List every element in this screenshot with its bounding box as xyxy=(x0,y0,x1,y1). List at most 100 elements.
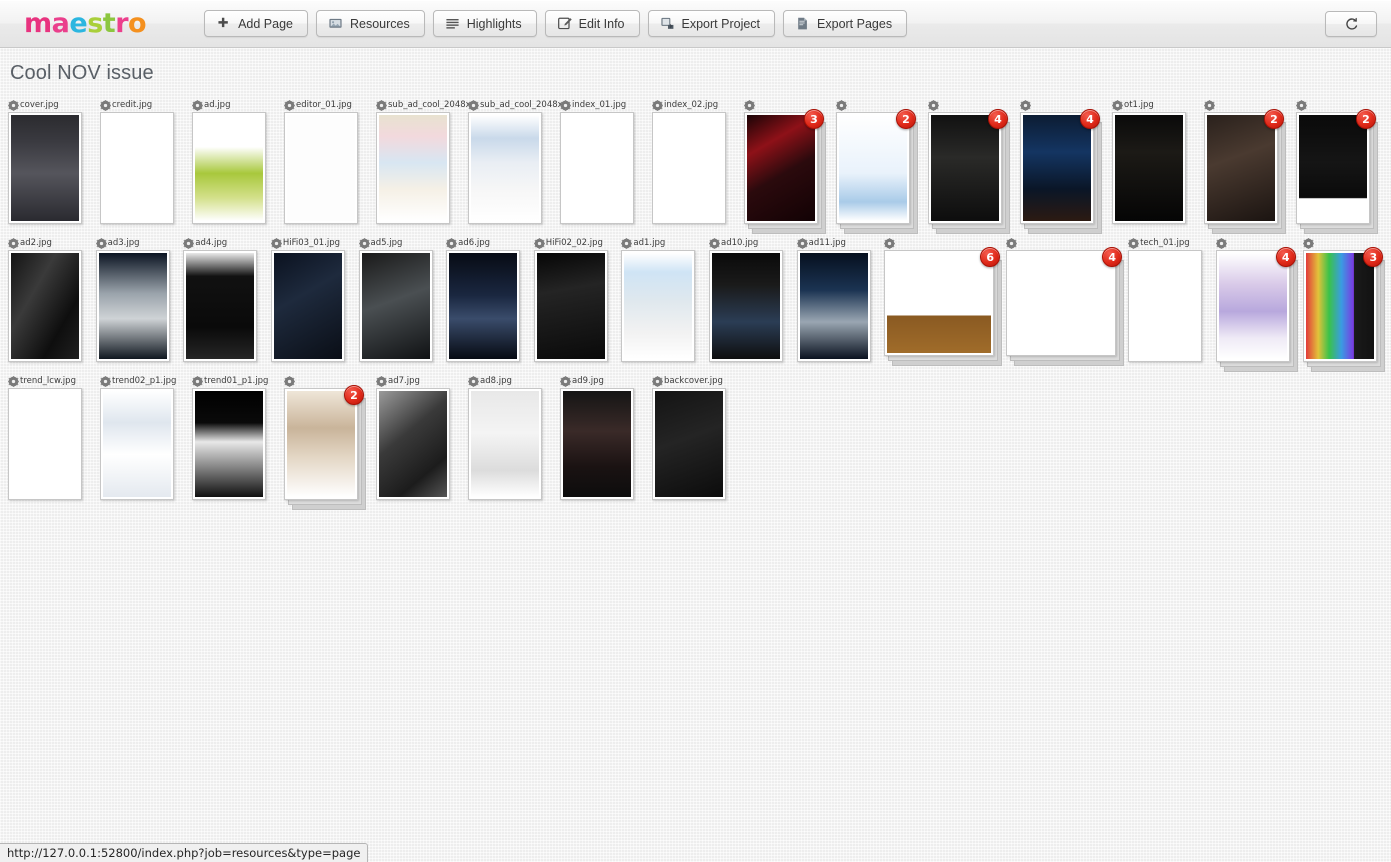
thumbnail-frame[interactable] xyxy=(884,250,995,356)
thumbnail-stack[interactable]: 4 xyxy=(1020,109,1102,234)
page-thumbnail-item[interactable]: 4 xyxy=(924,95,1016,234)
page-thumbnail-item[interactable]: 4 xyxy=(1002,233,1125,366)
thumbnail-stack[interactable] xyxy=(621,250,696,362)
page-thumbnail-item[interactable]: ad.jpg xyxy=(188,95,280,224)
gear-icon[interactable] xyxy=(560,376,571,387)
gear-icon[interactable] xyxy=(1006,238,1018,249)
thumbnail-stack[interactable] xyxy=(358,250,433,362)
thumbnail-stack[interactable] xyxy=(100,112,174,224)
page-thumbnail-item[interactable]: cover.jpg xyxy=(4,95,96,224)
thumbnail-frame[interactable] xyxy=(446,250,521,362)
page-thumbnail-item[interactable]: index_02.jpg xyxy=(648,95,740,224)
thumbnail-stack[interactable] xyxy=(1112,112,1186,224)
page-thumbnail-item[interactable]: sub_ad_cool_2048x xyxy=(464,95,563,224)
thumbnail-frame[interactable] xyxy=(270,250,345,362)
gear-icon[interactable] xyxy=(533,238,545,249)
gear-icon[interactable] xyxy=(376,376,387,387)
gear-icon[interactable] xyxy=(652,100,663,111)
thumbnail-stack[interactable] xyxy=(100,388,174,500)
thumbnail-frame[interactable] xyxy=(1020,112,1094,224)
thumbnail-frame[interactable] xyxy=(1204,112,1278,224)
gear-icon[interactable] xyxy=(100,376,111,387)
thumbnail-frame[interactable] xyxy=(183,250,258,362)
thumbnail-frame[interactable] xyxy=(100,112,174,224)
thumbnail-frame[interactable] xyxy=(1006,250,1117,356)
thumbnail-frame[interactable] xyxy=(533,250,608,362)
thumbnail-frame[interactable] xyxy=(284,388,358,500)
thumbnail-stack[interactable] xyxy=(8,388,82,500)
thumbnail-stack[interactable] xyxy=(8,112,82,224)
page-thumbnail-item[interactable]: backcover.jpg xyxy=(648,371,740,500)
thumbnail-stack[interactable] xyxy=(796,250,871,362)
thumbnail-stack[interactable]: 4 xyxy=(1215,247,1298,372)
page-thumbnail-item[interactable]: ad11.jpg xyxy=(793,233,881,362)
gear-icon[interactable] xyxy=(744,100,755,111)
thumbnail-stack[interactable] xyxy=(192,388,266,500)
thumbnail-frame[interactable] xyxy=(1128,250,1203,362)
thumbnail-stack[interactable]: 4 xyxy=(1006,247,1125,366)
toolbar-button-edit-info[interactable]: Edit Info xyxy=(544,10,640,37)
gear-icon[interactable] xyxy=(8,238,19,249)
toolbar-button-resources[interactable]: Resources xyxy=(316,10,425,37)
gear-icon[interactable] xyxy=(928,100,939,111)
thumbnail-stack[interactable] xyxy=(183,250,258,362)
gear-icon[interactable] xyxy=(621,238,633,249)
gear-icon[interactable] xyxy=(8,100,19,111)
thumbnail-frame[interactable] xyxy=(358,250,433,362)
thumbnail-frame[interactable] xyxy=(1296,112,1370,224)
thumbnail-stack[interactable] xyxy=(8,250,82,362)
page-thumbnail-item[interactable]: 3 xyxy=(1299,233,1387,372)
page-thumbnail-item[interactable]: 4 xyxy=(1212,233,1300,372)
thumbnail-stack[interactable]: 6 xyxy=(884,247,1003,366)
gear-icon[interactable] xyxy=(1128,238,1140,249)
gear-icon[interactable] xyxy=(560,100,571,111)
thumbnail-frame[interactable] xyxy=(8,112,82,224)
thumbnail-frame[interactable] xyxy=(621,250,696,362)
page-thumbnail-item[interactable]: 2 xyxy=(1292,95,1384,234)
gear-icon[interactable] xyxy=(1296,100,1307,111)
thumbnail-frame[interactable] xyxy=(744,112,818,224)
thumbnail-frame[interactable] xyxy=(192,388,266,500)
thumbnail-stack[interactable] xyxy=(652,388,726,500)
page-thumbnail-item[interactable]: trend02_p1.jpg xyxy=(96,371,188,500)
gear-icon[interactable] xyxy=(796,238,808,249)
page-thumbnail-item[interactable]: ad2.jpg xyxy=(4,233,92,362)
page-thumbnail-item[interactable]: index_01.jpg xyxy=(556,95,648,224)
thumbnail-stack[interactable] xyxy=(652,112,726,224)
gear-icon[interactable] xyxy=(100,100,111,111)
refresh-button[interactable] xyxy=(1325,11,1377,37)
thumbnail-frame[interactable] xyxy=(8,388,82,500)
gear-icon[interactable] xyxy=(652,376,663,387)
page-thumbnail-item[interactable]: ad9.jpg xyxy=(556,371,648,500)
gear-icon[interactable] xyxy=(468,100,479,111)
thumbnail-frame[interactable] xyxy=(95,250,170,362)
gear-icon[interactable] xyxy=(95,238,107,249)
thumbnail-stack[interactable] xyxy=(376,388,450,500)
thumbnail-stack[interactable]: 2 xyxy=(836,109,918,234)
thumbnail-stack[interactable] xyxy=(95,250,170,362)
gear-icon[interactable] xyxy=(284,376,295,387)
gear-icon[interactable] xyxy=(1112,100,1123,111)
page-thumbnail-item[interactable]: 2 xyxy=(832,95,924,234)
page-thumbnail-item[interactable]: 4 xyxy=(1016,95,1108,234)
thumbnail-stack[interactable] xyxy=(468,112,542,224)
thumbnail-frame[interactable] xyxy=(192,112,266,224)
page-thumbnail-item[interactable]: trend_lcw.jpg xyxy=(4,371,96,500)
thumbnail-stack[interactable] xyxy=(709,250,783,362)
thumbnail-stack[interactable] xyxy=(533,250,608,362)
gear-icon[interactable] xyxy=(1204,100,1215,111)
thumbnail-stack[interactable]: 3 xyxy=(1303,247,1386,372)
page-thumbnail-item[interactable]: HiFi02_02.jpg xyxy=(530,233,618,362)
thumbnail-frame[interactable] xyxy=(652,112,726,224)
thumbnail-frame[interactable] xyxy=(560,388,634,500)
page-thumbnail-item[interactable]: trend01_p1.jpg xyxy=(188,371,280,500)
thumbnail-stack[interactable] xyxy=(468,388,542,500)
thumbnail-stack[interactable] xyxy=(284,112,358,224)
gear-icon[interactable] xyxy=(446,238,458,249)
page-thumbnail-item[interactable]: ad3.jpg xyxy=(92,233,180,362)
thumbnail-frame[interactable] xyxy=(796,250,871,362)
toolbar-button-export-pages[interactable]: Export Pages xyxy=(783,10,908,37)
page-thumbnail-item[interactable]: 2 xyxy=(1200,95,1292,234)
thumbnail-stack[interactable]: 2 xyxy=(1296,109,1378,234)
thumbnail-frame[interactable] xyxy=(468,112,542,224)
